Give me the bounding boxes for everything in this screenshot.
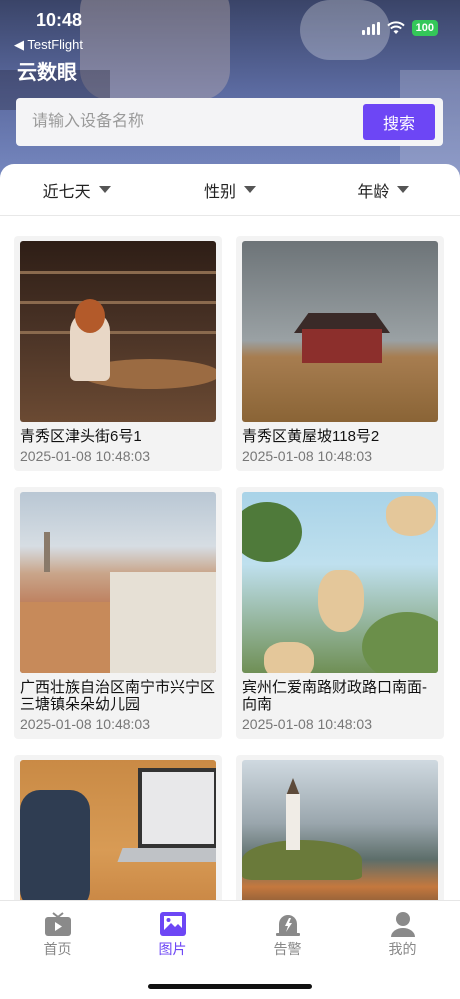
filter-gender[interactable]: 性别 (153, 164, 306, 215)
alarm-bell-icon (275, 915, 300, 936)
caret-down-icon (397, 186, 410, 193)
caret-down-icon (244, 186, 256, 193)
filter-label: 近七天 (42, 183, 91, 201)
card-timestamp: 2025-01-08 10:48:03 (242, 448, 372, 464)
cellular-signal-icon (361, 21, 380, 35)
image-grid: 青秀区津头街6号1 2025-01-08 10:48:03 青秀区黄屋坡118号… (14, 236, 446, 900)
filter-date-range[interactable]: 近七天 (0, 164, 153, 215)
filter-bar: 近七天 性别 年龄 (0, 164, 460, 216)
image-card[interactable] (14, 755, 222, 900)
capture-thumbnail[interactable] (242, 492, 438, 673)
home-indicator (148, 984, 312, 989)
user-icon (390, 912, 415, 937)
capture-thumbnail[interactable] (242, 241, 438, 422)
battery-indicator: 100 (411, 20, 438, 36)
card-timestamp: 2025-01-08 10:48:03 (20, 448, 150, 464)
filter-age[interactable]: 年龄 (307, 164, 460, 215)
card-location: 广西壮族自治区南宁市兴宁区三塘镇朵朵幼儿园 (20, 679, 216, 713)
card-timestamp: 2025-01-08 10:48:03 (242, 716, 372, 732)
card-location: 青秀区津头街6号1 (20, 428, 142, 445)
status-icons: 100 (361, 20, 438, 36)
tv-icon (44, 912, 71, 936)
tab-alerts[interactable]: 告警 (230, 901, 345, 959)
tab-label: 我的 (388, 941, 417, 957)
filter-label: 年龄 (357, 183, 390, 201)
tab-label: 图片 (158, 941, 187, 957)
capture-thumbnail[interactable] (20, 760, 216, 900)
capture-thumbnail[interactable] (20, 241, 216, 422)
search-bar: 搜索 (16, 98, 443, 146)
image-card[interactable]: 青秀区黄屋坡118号2 2025-01-08 10:48:03 (236, 236, 444, 471)
image-card[interactable]: 广西壮族自治区南宁市兴宁区三塘镇朵朵幼儿园 2025-01-08 10:48:0… (14, 487, 222, 739)
tab-images[interactable]: 图片 (115, 901, 230, 959)
card-timestamp: 2025-01-08 10:48:03 (20, 716, 150, 732)
tab-label: 告警 (273, 941, 302, 957)
image-card[interactable] (236, 755, 444, 900)
page-title: 云数眼 (17, 62, 77, 84)
image-card[interactable]: 青秀区津头街6号1 2025-01-08 10:48:03 (14, 236, 222, 471)
capture-thumbnail[interactable] (20, 492, 216, 673)
wifi-icon (386, 21, 405, 34)
tab-profile[interactable]: 我的 (345, 901, 460, 959)
search-input[interactable] (16, 98, 363, 146)
image-card[interactable]: 宾州仁爱南路财政路口南面-向南 2025-01-08 10:48:03 (236, 487, 444, 739)
search-button[interactable]: 搜索 (363, 104, 435, 140)
capture-thumbnail[interactable] (242, 760, 438, 900)
caret-down-icon (98, 186, 111, 193)
back-to-testflight-link[interactable]: ◀ TestFlight (14, 37, 83, 53)
tab-label: 首页 (43, 941, 72, 957)
tab-home[interactable]: 首页 (0, 901, 115, 959)
status-time: 10:48 (36, 10, 83, 30)
filter-label: 性别 (203, 183, 236, 201)
card-location: 宾州仁爱南路财政路口南面-向南 (242, 679, 427, 713)
card-location: 青秀区黄屋坡118号2 (242, 428, 380, 445)
image-icon (159, 912, 186, 936)
